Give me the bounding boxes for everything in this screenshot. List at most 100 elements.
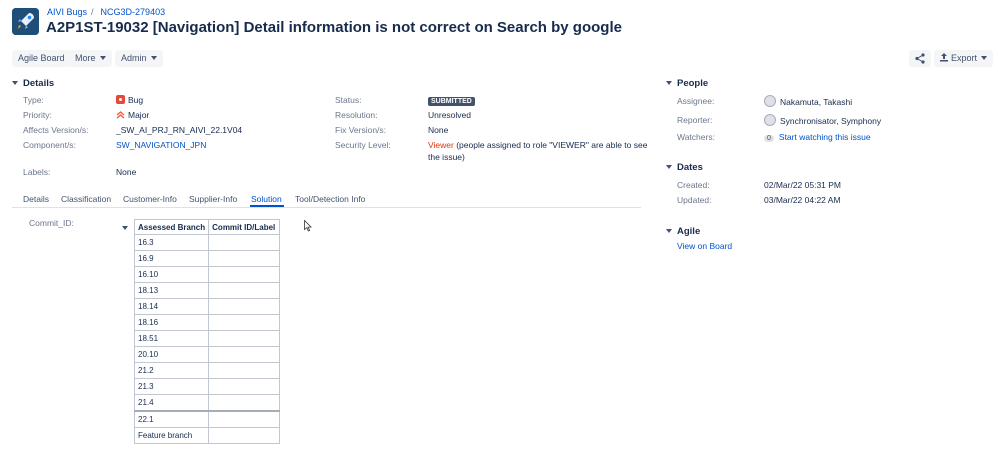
components-label: Component/s: xyxy=(23,140,76,150)
component-link[interactable]: SW_NAVIGATION_JPN xyxy=(116,140,206,150)
watchers-count-badge: 0 xyxy=(764,135,774,142)
project-logo[interactable] xyxy=(12,8,39,35)
tab-solution[interactable]: Solution xyxy=(251,194,282,204)
tab-customer-info[interactable]: Customer-Info xyxy=(123,194,177,204)
created-value: 02/Mar/22 05:31 PM xyxy=(764,180,842,190)
chevron-down-icon xyxy=(666,229,672,233)
details-heading: Details xyxy=(23,78,55,89)
share-button[interactable] xyxy=(909,50,931,67)
assessed-branch-cell: 18.13 xyxy=(133,282,210,299)
commit-id-cell[interactable] xyxy=(208,378,281,395)
mouse-cursor-icon xyxy=(304,220,312,232)
updated-value: 03/Mar/22 04:22 AM xyxy=(764,195,841,205)
commit-table-wrapper: Assessed Branch Commit ID/Label 16.3 16.9… xyxy=(133,219,281,444)
tab-classification[interactable]: Classification xyxy=(61,194,111,204)
view-on-board-link[interactable]: View on Board xyxy=(677,241,732,251)
admin-button[interactable]: Admin xyxy=(115,50,163,67)
assessed-branch-cell: 20.10 xyxy=(133,346,210,363)
commit-id-toggle[interactable] xyxy=(122,218,130,230)
assessed-branch-cell: 18.16 xyxy=(133,314,210,331)
dates-section-toggle[interactable]: Dates xyxy=(666,162,703,173)
tab-supplier-info[interactable]: Supplier-Info xyxy=(189,194,237,204)
export-button[interactable]: Export xyxy=(934,50,994,67)
column-header-assessed-branch: Assessed Branch xyxy=(133,219,210,235)
tab-divider xyxy=(12,207,641,208)
table-row: 18.14 xyxy=(133,298,281,315)
more-label: More xyxy=(75,53,96,63)
chevron-down-icon xyxy=(981,56,988,60)
commit-table: Assessed Branch Commit ID/Label 16.3 16.9… xyxy=(133,219,281,444)
breadcrumb: AIVI Bugs / NCG3D-279403 xyxy=(47,7,165,17)
priority-major-icon xyxy=(116,111,125,119)
table-row: Feature branch xyxy=(133,427,281,444)
fix-versions-label: Fix Version/s: xyxy=(335,125,387,135)
chevron-down-icon xyxy=(122,226,128,230)
chevron-down-icon xyxy=(99,56,106,60)
table-row: 21.3 xyxy=(133,378,281,395)
reporter-value[interactable]: Synchronisator, Symphony xyxy=(764,114,881,126)
resolution-label: Resolution: xyxy=(335,110,378,120)
reporter-label: Reporter: xyxy=(677,115,713,125)
table-row: 22.1 xyxy=(133,410,281,428)
agile-section-toggle[interactable]: Agile xyxy=(666,226,700,237)
updated-label: Updated: xyxy=(677,195,712,205)
labels-label: Labels: xyxy=(23,167,51,177)
assignee-value[interactable]: Nakamuta, Takashi xyxy=(764,95,852,107)
more-button[interactable]: More xyxy=(69,50,112,67)
created-label: Created: xyxy=(677,180,710,190)
issue-title[interactable]: A2P1ST-19032 [Navigation] Detail informa… xyxy=(46,19,622,36)
type-label: Type: xyxy=(23,95,44,105)
fix-versions-value: None xyxy=(428,125,449,135)
commit-id-cell[interactable] xyxy=(208,266,281,283)
agile-board-button[interactable]: Agile Board xyxy=(12,50,71,67)
table-row: 18.13 xyxy=(133,282,281,299)
assessed-branch-cell: 21.4 xyxy=(133,394,210,412)
breadcrumb-project-link[interactable]: AIVI Bugs xyxy=(47,7,87,17)
security-level-text-2: the issue) xyxy=(428,152,465,162)
table-row: 18.16 xyxy=(133,314,281,331)
commit-id-cell[interactable] xyxy=(208,330,281,347)
resolution-value: Unresolved xyxy=(428,110,471,120)
commit-id-cell[interactable] xyxy=(208,234,281,251)
assessed-branch-cell: 18.14 xyxy=(133,298,210,315)
dates-heading: Dates xyxy=(677,162,703,173)
commit-id-cell[interactable] xyxy=(208,410,281,428)
details-section-toggle[interactable]: Details xyxy=(12,78,54,89)
tab-details[interactable]: Details xyxy=(23,194,49,204)
security-level-link[interactable]: Viewer xyxy=(428,140,454,150)
status-badge: SUBMITTED xyxy=(428,97,475,106)
commit-id-cell[interactable] xyxy=(208,314,281,331)
assessed-branch-cell: 21.2 xyxy=(133,362,210,379)
status-value[interactable]: SUBMITTED xyxy=(428,95,475,106)
assessed-branch-cell: Feature branch xyxy=(133,427,210,444)
commit-id-cell[interactable] xyxy=(208,250,281,267)
breadcrumb-separator: / xyxy=(91,7,94,17)
labels-value: None xyxy=(116,167,137,177)
commit-id-cell[interactable] xyxy=(208,394,281,412)
assessed-branch-cell: 21.3 xyxy=(133,378,210,395)
tab-tool-detection-info[interactable]: Tool/Detection Info xyxy=(295,194,365,204)
assessed-branch-cell: 22.1 xyxy=(133,410,210,428)
assessed-branch-cell: 16.9 xyxy=(133,250,210,267)
breadcrumb-issue-link[interactable]: NCG3D-279403 xyxy=(101,7,166,17)
status-label: Status: xyxy=(335,95,362,105)
commit-id-cell[interactable] xyxy=(208,298,281,315)
avatar xyxy=(764,95,776,107)
people-section-toggle[interactable]: People xyxy=(666,78,708,89)
table-row: 16.10 xyxy=(133,266,281,283)
column-header-commit-id: Commit ID/Label xyxy=(208,219,281,235)
commit-id-cell[interactable] xyxy=(208,282,281,299)
affects-versions-label: Affects Version/s: xyxy=(23,125,89,135)
commit-id-cell[interactable] xyxy=(208,346,281,363)
table-row: 16.9 xyxy=(133,250,281,267)
table-row: 20.10 xyxy=(133,346,281,363)
affects-versions-value[interactable]: _SW_AI_PRJ_RN_AIVI_22.1V04 xyxy=(116,125,242,135)
table-row: 18.51 xyxy=(133,330,281,347)
security-level-text-1: (people assigned to role "VIEWER" are ab… xyxy=(456,140,648,150)
chevron-down-icon xyxy=(666,81,672,85)
commit-id-cell[interactable] xyxy=(208,362,281,379)
type-value: Bug xyxy=(116,95,143,105)
commit-id-cell[interactable] xyxy=(208,427,281,444)
agile-board-label: Agile Board xyxy=(18,53,65,63)
start-watching-link[interactable]: Start watching this issue xyxy=(779,132,871,142)
